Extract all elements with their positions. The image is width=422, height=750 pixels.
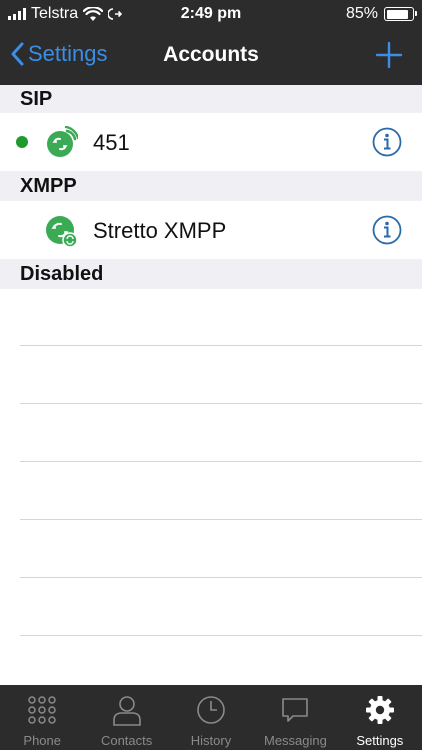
tab-label-messaging: Messaging — [263, 733, 327, 748]
xmpp-account-name: Stretto XMPP — [93, 218, 227, 243]
xmpp-account-icon — [46, 216, 78, 248]
list-divider — [20, 461, 422, 462]
person-icon — [112, 696, 141, 726]
tab-contacts[interactable]: Contacts — [84, 685, 168, 750]
info-icon[interactable] — [372, 215, 402, 245]
sip-account-name: 451 — [93, 130, 130, 155]
speech-bubble-icon — [282, 698, 309, 722]
tab-label-settings: Settings — [356, 733, 404, 748]
page-title: Accounts — [163, 43, 259, 66]
tab-messaging[interactable]: Messaging — [253, 685, 337, 750]
battery-percent: 85% — [345, 5, 378, 22]
tab-history[interactable]: History — [169, 685, 253, 750]
status-right: 85% — [345, 5, 417, 23]
clock-icon — [197, 696, 225, 724]
add-account-button[interactable] — [374, 40, 404, 70]
list-divider — [20, 577, 422, 578]
online-status-dot — [16, 136, 28, 148]
list-divider — [20, 519, 422, 520]
section-header-disabled: Disabled — [0, 259, 422, 289]
tab-label-phone: Phone — [23, 733, 61, 748]
account-row-xmpp[interactable]: Stretto XMPP — [0, 201, 422, 259]
top-bar: Telstra 2:49 pm 85% Settings Accounts — [0, 0, 422, 85]
list-divider — [20, 403, 422, 404]
tab-label-history: History — [190, 733, 232, 748]
gear-icon — [365, 696, 394, 724]
account-row-sip[interactable]: 451 — [0, 113, 422, 171]
status-bar: Telstra 2:49 pm 85% — [0, 0, 422, 30]
tab-settings[interactable]: Settings — [338, 685, 422, 750]
tab-label-contacts: Contacts — [100, 733, 153, 748]
tab-phone[interactable]: Phone — [0, 685, 84, 750]
section-header-xmpp: XMPP — [0, 171, 422, 201]
navigation-bar: Settings Accounts — [0, 30, 422, 85]
tab-bar: Phone Contacts History Messaging Setting… — [0, 685, 422, 750]
list-divider — [20, 345, 422, 346]
keypad-icon — [28, 696, 56, 724]
info-icon[interactable] — [372, 127, 402, 157]
list-divider — [20, 635, 422, 636]
sip-account-icon — [47, 126, 78, 157]
section-header-sip: SIP — [0, 85, 422, 113]
battery-icon — [384, 7, 417, 21]
